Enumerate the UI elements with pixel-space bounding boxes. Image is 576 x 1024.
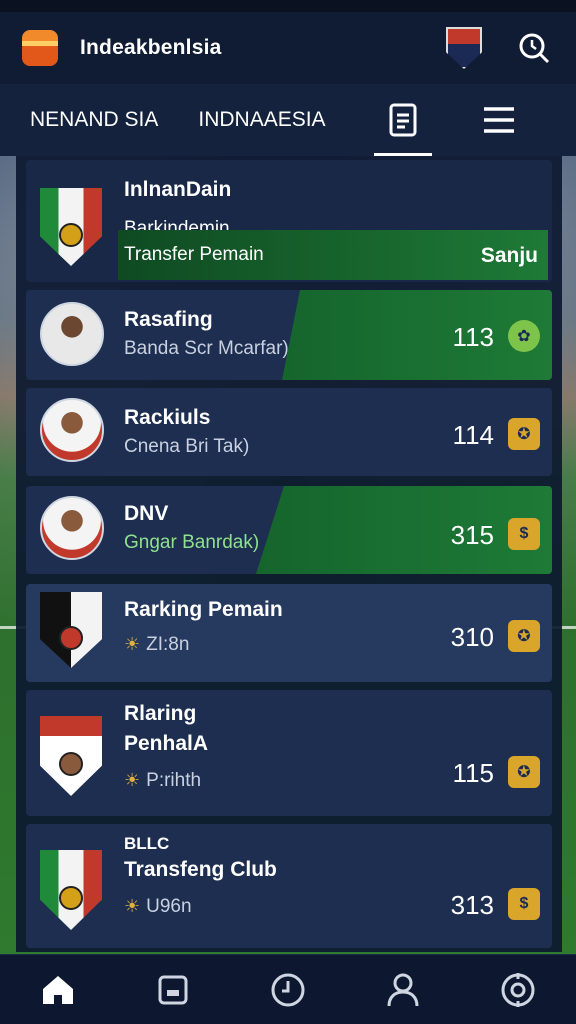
club-crest (40, 716, 102, 796)
player-avatar (40, 302, 104, 366)
transfer-header-card[interactable]: InlnanDain Barkindemin Transfer Pemain S… (26, 160, 552, 282)
gold-badge-icon: $ (508, 518, 540, 550)
menu-icon[interactable] (470, 84, 528, 156)
row-title: Rarking Pemain (124, 598, 283, 621)
clock-icon[interactable] (258, 960, 318, 1020)
player-value: 113 (452, 322, 494, 352)
player-name: Rackiuls (124, 406, 211, 429)
club-crest (40, 592, 102, 668)
app-title: Indeakbenlsia (80, 36, 222, 59)
gold-badge-icon: ✪ (508, 756, 540, 788)
home-icon[interactable] (28, 960, 88, 1020)
row-title: Rlaring (124, 702, 197, 725)
row-subtitle: ☀ ZI:8n (124, 634, 189, 656)
row-subtitle-text: P:rihth (146, 770, 202, 791)
player-row[interactable]: Rasafing Banda Scr Mcarfar) 113 ✿ (26, 290, 552, 380)
status-bar (0, 0, 576, 12)
media-icon[interactable] (143, 960, 203, 1020)
player-avatar (40, 496, 104, 560)
row-title-line2: PenhalA (124, 732, 209, 755)
tab-document-icon[interactable] (373, 84, 432, 156)
fruit-badge-icon: ✿ (508, 320, 540, 352)
row-label: BLLC (124, 834, 170, 853)
player-name: Rasafing (124, 308, 213, 331)
coin-icon: ☀ (124, 770, 141, 790)
player-avatar (40, 398, 104, 462)
app-bar: Indeakbenlsia (0, 12, 576, 84)
ranking-row[interactable]: Rarking Pemain ☀ ZI:8n 310 ✪ (26, 584, 552, 682)
gold-badge-icon: ✪ (508, 418, 540, 450)
bottom-navigation (0, 954, 576, 1024)
player-subtitle: Cnena Bri Tak) (124, 436, 250, 457)
settings-icon[interactable] (488, 960, 548, 1020)
header-card-title: InlnanDain (124, 178, 232, 201)
row-title: Transfeng Club (124, 858, 277, 881)
row-subtitle: ☀ U96n (124, 896, 192, 918)
player-list: InlnanDain Barkindemin Transfer Pemain S… (16, 156, 562, 952)
gold-badge-icon: ✪ (508, 620, 540, 652)
row-subtitle: ☀ P:rihth (124, 770, 201, 792)
player-value: 114 (452, 420, 494, 450)
row-subtitle-text: U96n (146, 896, 192, 917)
profile-icon[interactable] (373, 960, 433, 1020)
player-name: DNV (124, 502, 169, 525)
ranking-row[interactable]: BLLC Transfeng Club ☀ U96n 313 $ (26, 824, 552, 948)
row-value: 313 (450, 890, 494, 920)
row-value: 115 (452, 758, 494, 788)
row-subtitle-text: ZI:8n (146, 634, 190, 655)
ranking-row[interactable]: Rlaring PenhalA ☀ P:rihth 115 ✪ (26, 690, 552, 816)
coin-icon: ☀ (124, 896, 141, 916)
player-row[interactable]: DNV Gngar Banrdak) 315 $ (26, 486, 552, 574)
player-subtitle: Gngar Banrdak) (124, 532, 260, 553)
header-card-line2: Transfer Pemain (124, 244, 264, 265)
app-logo (22, 30, 58, 66)
tab-indnaaesia[interactable]: INDNAAESIA (178, 84, 345, 156)
player-value: 315 (450, 520, 494, 550)
tab-bar: NENAND SIA INDNAAESIA (0, 84, 576, 156)
row-value: 310 (450, 622, 494, 652)
player-subtitle: Banda Scr Mcarfar) (124, 338, 289, 359)
tab-nenand-sia[interactable]: NENAND SIA (0, 84, 178, 156)
club-crest (40, 188, 102, 266)
header-action-button[interactable]: Sanju (481, 244, 538, 268)
coin-icon: ☀ (124, 634, 141, 654)
search-history-icon[interactable] (514, 28, 554, 68)
gold-badge-icon: $ (508, 888, 540, 920)
player-row[interactable]: Rackiuls Cnena Bri Tak) 114 ✪ (26, 388, 552, 476)
club-crest-icon[interactable] (446, 27, 482, 69)
club-crest (40, 850, 102, 930)
